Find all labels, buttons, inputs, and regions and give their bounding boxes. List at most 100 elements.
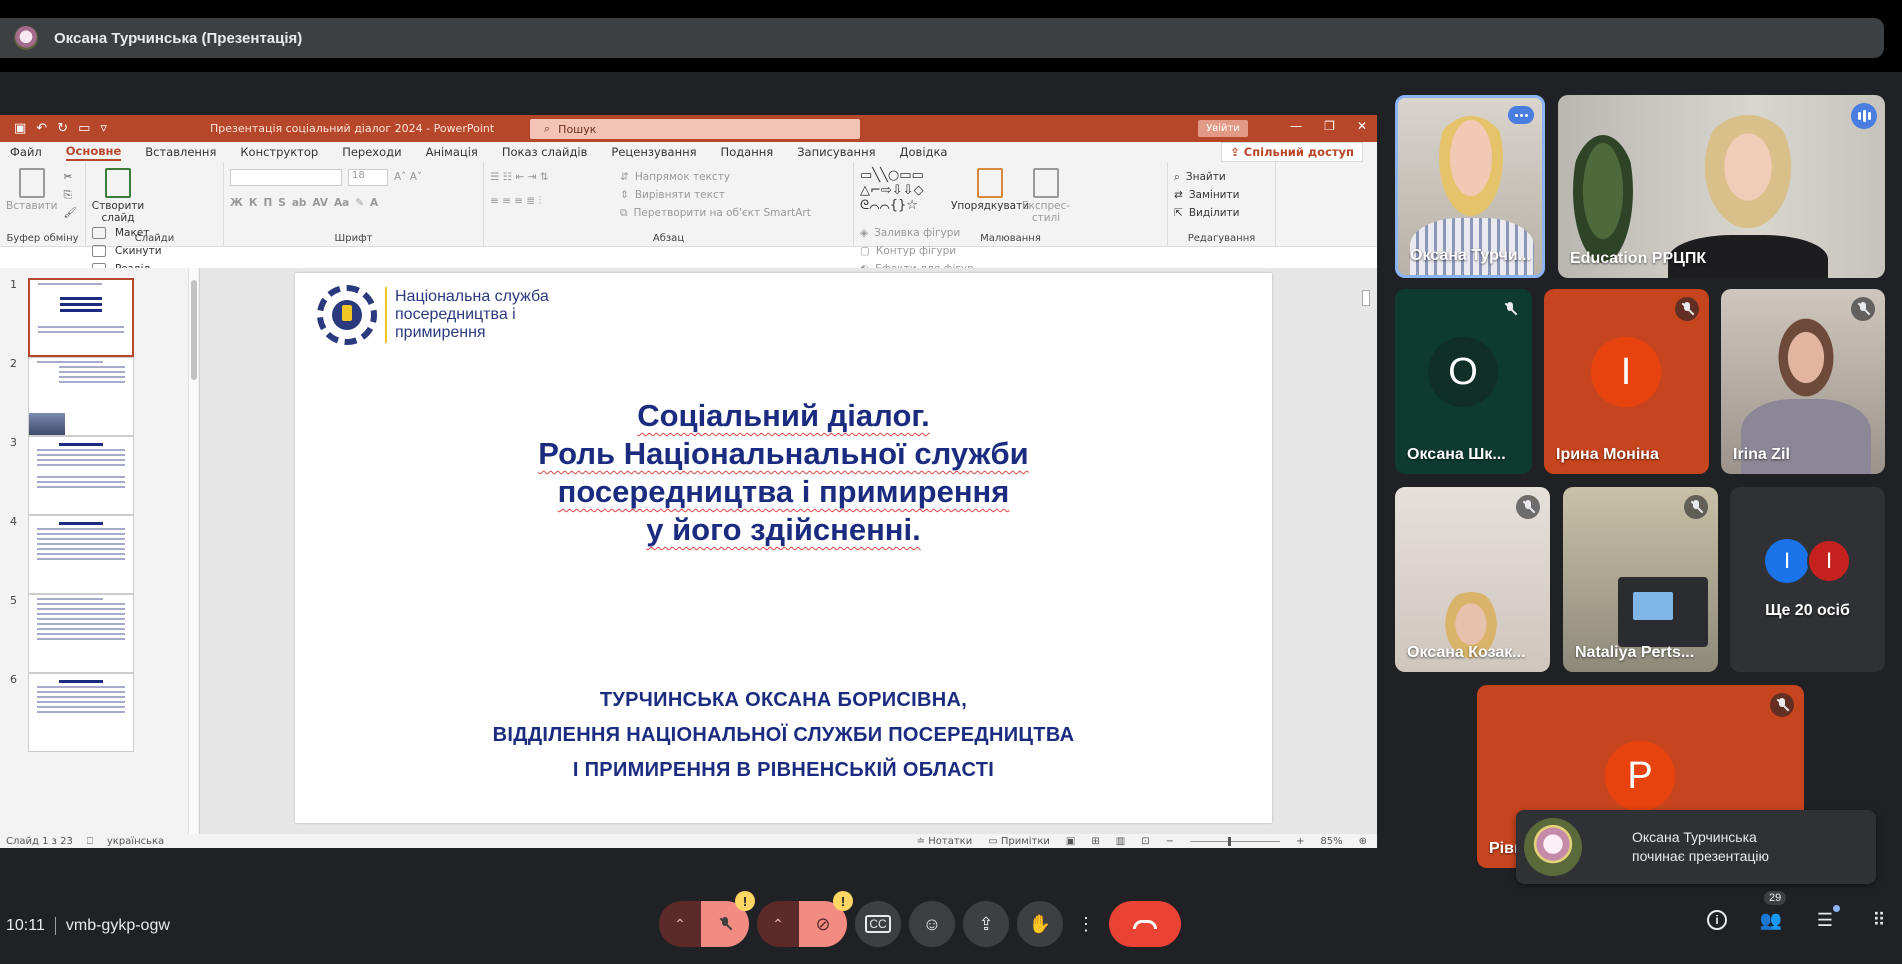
- notification-avatar: [1524, 818, 1582, 876]
- present-icon: ▭: [78, 121, 91, 136]
- slide-thumbnail: 5: [0, 594, 190, 674]
- slide-thumbnail: 1: [0, 278, 190, 358]
- quick-styles-icon: [1033, 168, 1059, 198]
- select-icon: ⇱: [1174, 207, 1183, 219]
- document-title: Презентація соціальний діалог 2024 - Pow…: [210, 122, 495, 135]
- redo-icon: ↻: [57, 121, 69, 136]
- find-label: Знайти: [1185, 171, 1226, 183]
- font-size-box: 18: [348, 168, 388, 186]
- participant-tile[interactable]: І Ірина Моніна: [1544, 289, 1709, 474]
- arrange-icon: [977, 168, 1003, 198]
- chat-button[interactable]: ☰: [1812, 905, 1840, 933]
- participant-tile[interactable]: Irina Zil: [1721, 289, 1885, 474]
- end-call-icon: [1133, 919, 1157, 929]
- participant-name: Оксана Турчи...: [1410, 247, 1531, 264]
- signin-button: Увійти: [1198, 120, 1248, 137]
- copy-icon: ⎘: [63, 189, 72, 201]
- slides-group-label: Слайди: [134, 233, 175, 244]
- people-button[interactable]: 👥 29: [1758, 891, 1787, 933]
- font-group-label: Шрифт: [334, 233, 373, 244]
- muted-mic-icon: [1498, 297, 1522, 321]
- audio-options-chevron-icon[interactable]: ⌃: [659, 901, 701, 947]
- more-options-button[interactable]: ⋮: [1071, 901, 1101, 947]
- notification-line: починає презентацію: [1632, 848, 1770, 864]
- more-vert-icon: ⋮: [1077, 913, 1095, 934]
- slides-group: Створити слайд Макет Скинути Розділ Слай…: [86, 162, 224, 275]
- cut-icon: ✂: [63, 171, 73, 183]
- meeting-details-button[interactable]: i: [1704, 907, 1730, 933]
- paste-label: Вставити: [6, 200, 58, 212]
- participant-name: Оксана Козак...: [1407, 644, 1526, 661]
- chat-icon: ☰: [1816, 909, 1834, 930]
- reactions-button[interactable]: ☺: [909, 901, 955, 947]
- menu-slideshow: Показ слайдів: [501, 145, 588, 159]
- paragraph-group: ☰ ☷ ⇤ ⇥ ⇅ ≡ ≡ ≡ ≣ ⫶ ⇵ Напрямок тексту ⇕ Ви…: [484, 162, 854, 246]
- format-painter-icon: 🖌: [63, 207, 77, 219]
- participant-tile[interactable]: Оксана Козак...: [1395, 487, 1550, 672]
- reset-label: Скинути: [115, 245, 162, 257]
- raise-hand-button[interactable]: ✋: [1017, 901, 1063, 947]
- reset-icon: [92, 245, 106, 257]
- captions-icon: CC: [865, 915, 891, 933]
- spellcheck-icon: ⎕: [86, 835, 93, 847]
- italic-icon: К: [248, 197, 258, 209]
- new-slide-icon: [105, 168, 131, 198]
- present-screen-icon: ⇪: [978, 913, 994, 934]
- restore-icon: ❐: [1324, 119, 1335, 133]
- ppt-titlebar: ▣ ↶ ↻ ▭ ▿ Презентація соціальний діалог …: [0, 115, 1377, 142]
- participant-tile[interactable]: О Оксана Шк...: [1395, 289, 1532, 474]
- participant-name: Irina Zil: [1733, 446, 1790, 463]
- mic-warning-icon: !: [735, 891, 755, 911]
- menu-review: Рецензування: [611, 145, 697, 159]
- underline-icon: П: [263, 197, 273, 209]
- presentation-notification: Оксана Турчинська починає презентацію: [1516, 810, 1876, 884]
- clipboard-group-label: Буфер обміну: [6, 233, 79, 244]
- menu-home: Основне: [65, 144, 122, 161]
- slide-thumbnail: 3: [0, 436, 190, 516]
- participant-name: Nataliya Perts...: [1575, 644, 1695, 661]
- font-family-box: [230, 168, 342, 186]
- presenter-name: Оксана Турчинська (Презентація): [54, 29, 303, 47]
- participant-tile[interactable]: Education РРЦПК: [1558, 95, 1885, 278]
- participant-initial: I: [1807, 539, 1851, 583]
- participant-initial: I: [1765, 539, 1809, 583]
- participant-tile[interactable]: Nataliya Perts...: [1563, 487, 1718, 672]
- editing-group: ⌕ Знайти ⇄ Замінити ⇱ Виділити Редагування: [1168, 162, 1276, 246]
- muted-mic-icon: [1675, 297, 1699, 321]
- camera-warning-icon: !: [833, 891, 853, 911]
- align-text-icon: ⇕: [620, 189, 629, 201]
- slide-thumbnail: 4: [0, 515, 190, 595]
- microphone-control: ⌃ !: [659, 891, 755, 947]
- participant-name: Education РРЦПК: [1570, 250, 1707, 267]
- drawing-group: ▭╲╲○▭▭ △⌐⇨⇩⇩◇ ᘓ⌒⌒{}☆ Упорядкувати Експрес-…: [854, 162, 1168, 275]
- more-options-icon[interactable]: [1508, 106, 1534, 124]
- menu-record: Записування: [797, 145, 876, 159]
- muted-mic-icon: [1516, 495, 1540, 519]
- captions-button[interactable]: CC: [855, 901, 901, 947]
- meeting-code: vmb-gykp-ogw: [65, 917, 170, 934]
- find-icon: ⌕: [1174, 170, 1180, 183]
- video-options-chevron-icon[interactable]: ⌃: [757, 901, 799, 947]
- align-text-label: Вирівняти текст: [634, 189, 725, 201]
- leave-call-button[interactable]: [1109, 901, 1181, 947]
- search-placeholder: Пошук: [558, 122, 597, 136]
- comments-button: ▭ Примітки: [988, 835, 1050, 847]
- close-icon: ✕: [1356, 119, 1367, 133]
- slide-thumbnails-panel: 1 2 3 4 5 6: [0, 268, 200, 834]
- more-participants-tile[interactable]: I I Ще 20 осіб: [1730, 487, 1885, 672]
- shared-powerpoint-window: ▣ ↶ ↻ ▭ ▿ Презентація соціальний діалог …: [0, 115, 1377, 848]
- activities-button[interactable]: ⠿: [1866, 907, 1892, 933]
- paragraph-group-label: Абзац: [652, 233, 685, 244]
- slide-subtitle: ТУРЧИНСЬКА ОКСАНА БОРИСІВНА, ВІДДІЛЕННЯ …: [492, 689, 1075, 781]
- replace-label: Замінити: [1188, 189, 1240, 201]
- participant-initial: І: [1591, 337, 1661, 407]
- arrange-label: Упорядкувати: [950, 200, 1030, 212]
- presenter-bar: Оксана Турчинська (Презентація): [0, 0, 1902, 72]
- participant-tile[interactable]: Оксана Турчи...: [1395, 95, 1545, 278]
- smartart-icon: ⧉: [620, 206, 628, 219]
- emoji-icon: ☺: [922, 913, 942, 934]
- normal-view-icon: ▣: [1065, 835, 1076, 847]
- present-now-button[interactable]: ⇪: [963, 901, 1009, 947]
- menu-help: Довідка: [899, 145, 948, 159]
- menu-transitions: Переходи: [342, 145, 402, 159]
